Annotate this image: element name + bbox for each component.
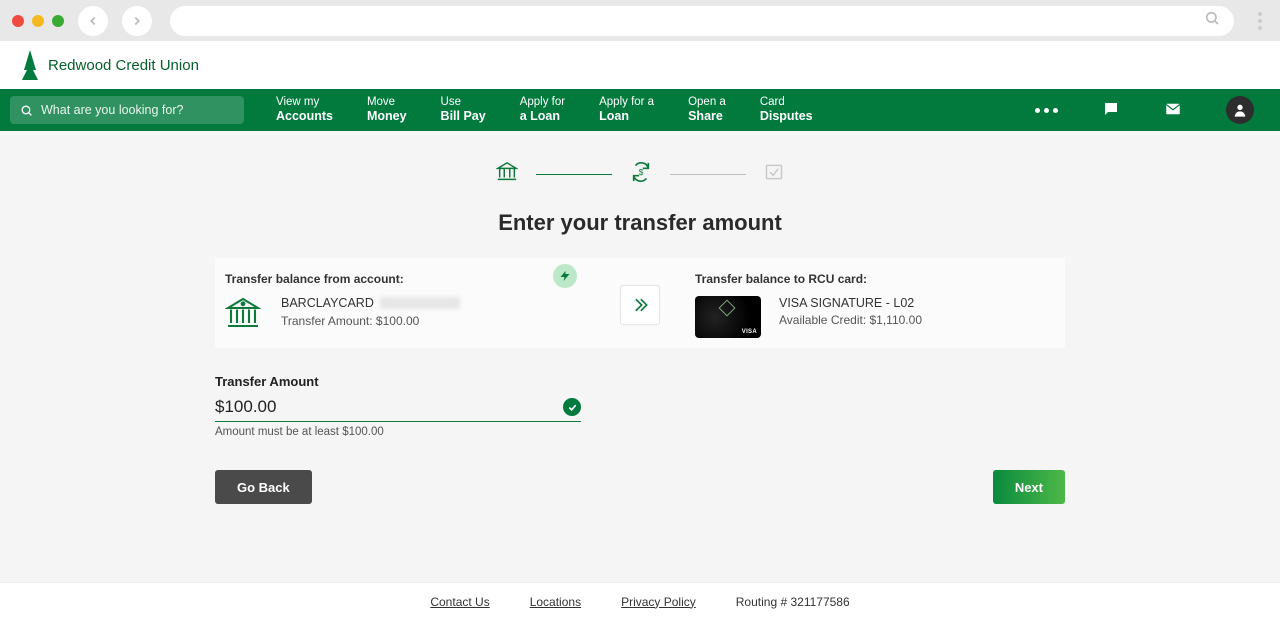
transfer-amount-hint: Amount must be at least $100.00 [215,426,1065,438]
transfer-amount-section: Transfer Amount Amount must be at least … [215,374,1065,438]
maximize-window-button[interactable] [52,15,64,27]
valid-check-icon [563,398,581,416]
to-section-label: Transfer balance to RCU card: [695,272,1055,286]
from-account-name: BARCLAYCARD [281,296,460,310]
footer-locations-link[interactable]: Locations [530,595,581,609]
nav-apply-loan[interactable]: Apply fora Loan [520,95,565,125]
primary-nav: View myAccounts MoveMoney UseBill Pay Ap… [0,89,1280,131]
action-buttons: Go Back Next [215,470,1065,504]
messages-icon[interactable] [1102,100,1120,121]
footer-privacy-link[interactable]: Privacy Policy [621,595,696,609]
site-header: Redwood Credit Union [0,41,1280,89]
progress-stepper: $ [0,161,1280,188]
browser-chrome [0,0,1280,41]
page-title: Enter your transfer amount [0,210,1280,236]
step-bank-icon [496,161,518,188]
svg-text:$: $ [639,168,644,177]
browser-menu-button[interactable] [1252,12,1268,30]
go-back-button[interactable]: Go Back [215,470,312,504]
redwood-tree-icon [22,50,38,80]
nav-bill-pay[interactable]: UseBill Pay [441,95,486,125]
transfer-amount-input[interactable] [215,397,563,417]
transfer-direction-icon [620,285,660,325]
transfer-summary-card: Transfer balance from account: BARCLAYCA… [215,258,1065,348]
transfer-amount-label: Transfer Amount [215,374,1065,389]
from-transfer-amount: Transfer Amount: $100.00 [281,314,460,328]
search-icon [20,104,33,117]
nav-move-money[interactable]: MoveMoney [367,95,407,125]
from-section-label: Transfer balance from account: [225,272,585,286]
to-card-name: VISA SIGNATURE - L02 [779,296,922,310]
mail-icon[interactable] [1164,100,1182,121]
to-available-credit: Available Credit: $1,110.00 [779,313,922,327]
browser-forward-button[interactable] [122,6,152,36]
nav-open-share[interactable]: Open aShare [688,95,726,125]
search-input[interactable] [41,103,234,117]
nav-card-disputes[interactable]: CardDisputes [760,95,813,125]
browser-back-button[interactable] [78,6,108,36]
profile-avatar[interactable] [1226,96,1254,124]
next-button[interactable]: Next [993,470,1065,504]
window-controls [12,15,64,27]
nav-view-accounts[interactable]: View myAccounts [276,95,333,125]
close-window-button[interactable] [12,15,24,27]
site-footer: Contact Us Locations Privacy Policy Rout… [0,582,1280,620]
minimize-window-button[interactable] [32,15,44,27]
footer-contact-link[interactable]: Contact Us [430,595,489,609]
more-menu-button[interactable] [1035,108,1058,113]
credit-card-image [695,296,761,338]
browser-url-bar[interactable] [170,6,1234,36]
search-icon [1204,10,1220,31]
site-search[interactable] [10,96,244,124]
brand-name: Redwood Credit Union [48,57,199,74]
main-content: $ Enter your transfer amount Transfer ba… [0,131,1280,504]
bank-icon [225,296,261,337]
step-transfer-icon: $ [630,161,652,188]
instant-transfer-badge [553,264,577,288]
nav-apply-for-a-loan[interactable]: Apply for aLoan [599,95,654,125]
redacted-account-number [380,297,460,309]
site-logo[interactable]: Redwood Credit Union [22,50,199,80]
step-confirm-icon [764,162,784,187]
footer-routing-number: Routing # 321177586 [736,595,850,609]
